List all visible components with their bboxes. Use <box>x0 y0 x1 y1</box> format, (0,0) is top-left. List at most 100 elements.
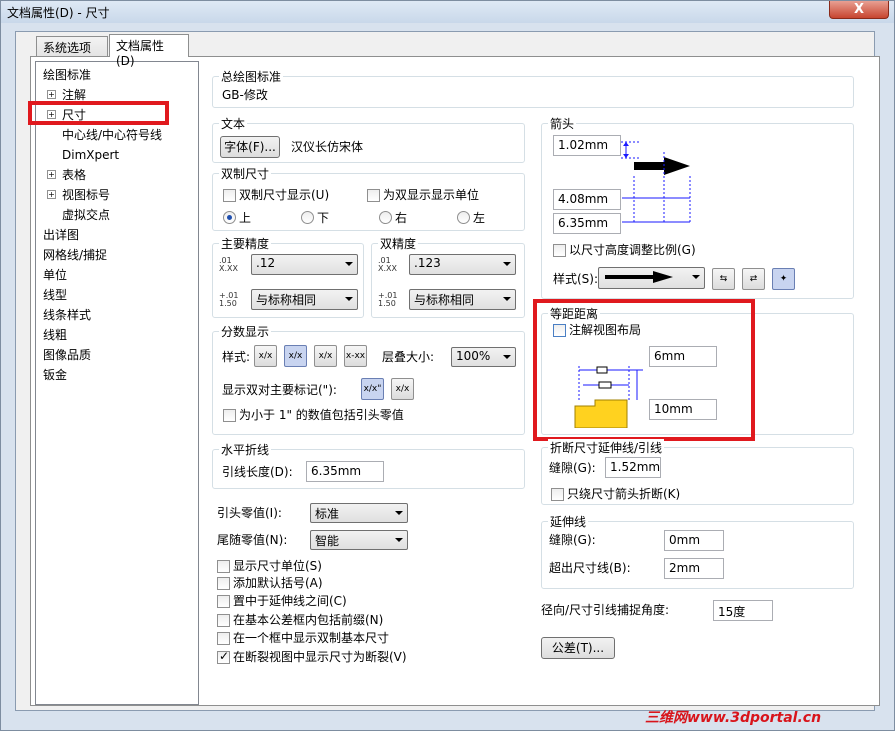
group-extension-title: 延伸线 <box>548 513 589 530</box>
fraction-diagonal-icon[interactable]: x/x <box>314 345 337 367</box>
group-primary-precision-title: 主要精度 <box>219 235 272 252</box>
precision-tolerance-icon: +.01 1.50 <box>219 291 239 308</box>
tree-item-line-font[interactable]: 线型 <box>43 287 67 303</box>
lead-zero-checkbox[interactable] <box>223 409 236 422</box>
arrow-outside-icon[interactable]: ⇄ <box>742 268 765 290</box>
arrow-style-select[interactable] <box>598 267 705 289</box>
tree-item-view-labels[interactable]: 视图标号 <box>62 187 110 203</box>
stack-size-value: 100% <box>456 349 491 363</box>
stack-size-label: 层叠大小: <box>382 350 435 364</box>
dual-display-checkbox[interactable] <box>223 189 236 202</box>
leader-length-input[interactable]: 6.35mm <box>306 461 384 482</box>
tree-item-line-thickness[interactable]: 线粗 <box>43 327 67 343</box>
include-prefix-checkbox[interactable] <box>217 614 230 627</box>
primary-tolerance-precision-value: 与标称相同 <box>256 293 317 307</box>
leading-zero-select[interactable]: 标准 <box>310 503 408 523</box>
dual-units-checkbox[interactable] <box>367 189 380 202</box>
arrow-height-input[interactable]: 1.02mm <box>553 135 621 156</box>
radio-top[interactable] <box>223 211 236 224</box>
break-gap-label: 缝隙(G): <box>549 461 596 475</box>
font-name: 汉仪长仿宋体 <box>291 140 364 154</box>
arrow-width-input[interactable]: 4.08mm <box>553 189 621 210</box>
expand-icon[interactable]: + <box>47 190 56 199</box>
leading-zero-label: 引头零值(I): <box>217 506 282 520</box>
precision-value-icon: .01 X.XX <box>219 256 238 273</box>
center-between-checkbox[interactable] <box>217 595 230 608</box>
arrow-smart-icon[interactable]: ✦ <box>772 268 795 290</box>
stack-size-select[interactable]: 100% <box>451 347 516 367</box>
group-standard <box>212 76 854 108</box>
tree-item-drafting-standard[interactable]: 绘图标准 <box>43 67 91 83</box>
radio-left[interactable] <box>457 211 470 224</box>
group-horizontal-title: 水平折线 <box>219 441 272 458</box>
fraction-none-icon[interactable]: x/x <box>254 345 277 367</box>
watermark: 三维网www.3dportal.cn <box>645 710 822 726</box>
scale-arrow-label: 以尺寸高度调整比例(G) <box>569 243 696 257</box>
close-button[interactable]: X <box>829 1 889 19</box>
beyond-dimension-input[interactable]: 2mm <box>664 558 724 579</box>
dual-precision-select[interactable]: .123 <box>409 254 516 275</box>
trailing-zero-select[interactable]: 智能 <box>310 530 408 550</box>
expand-icon[interactable]: + <box>47 90 56 99</box>
tab-system-options[interactable]: 系统选项(S) <box>36 36 108 70</box>
radio-bottom[interactable] <box>301 211 314 224</box>
single-box-checkbox[interactable] <box>217 632 230 645</box>
radio-right-label: 右 <box>395 211 408 225</box>
precision-tolerance-icon: +.01 1.50 <box>378 291 398 308</box>
snap-angle-label: 径向/尺寸引线捕捉角度: <box>541 603 670 617</box>
tree-item-centerlines[interactable]: 中心线/中心符号线 <box>62 127 162 143</box>
tree-item-line-style[interactable]: 线条样式 <box>43 307 91 323</box>
title-bar[interactable]: 文档属性(D) - 尺寸 X <box>1 1 894 23</box>
dual-marks-off-icon[interactable]: x/x <box>391 378 414 400</box>
tree-item-virtual-sharps[interactable]: 虚拟交点 <box>62 207 110 223</box>
tree-item-sheet-metal[interactable]: 钣金 <box>43 367 67 383</box>
tree-item-detailing[interactable]: 出详图 <box>43 227 79 243</box>
dual-tolerance-precision-select[interactable]: 与标称相同 <box>409 289 516 310</box>
arrow-diagram-icon <box>621 141 691 224</box>
font-button[interactable]: 字体(F)... <box>220 136 280 158</box>
fraction-decimal-icon[interactable]: x-xx <box>344 345 367 367</box>
trailing-zero-label: 尾随零值(N): <box>217 533 288 547</box>
tab-document-properties[interactable]: 文档属性(D) <box>109 34 189 68</box>
arrow-length-input[interactable]: 6.35mm <box>553 213 621 234</box>
leader-length-label: 引线长度(D): <box>222 465 293 479</box>
tree-item-tables[interactable]: 表格 <box>62 167 86 183</box>
dual-tolerance-precision-value: 与标称相同 <box>414 293 475 307</box>
break-arrow-only-checkbox[interactable] <box>551 488 564 501</box>
broken-view-label: 在断裂视图中显示尺寸为断裂(V) <box>233 650 407 664</box>
group-dual-precision-title: 双精度 <box>378 235 419 252</box>
tree-item-dimxpert[interactable]: DimXpert <box>62 147 119 163</box>
group-arrows-title: 箭头 <box>548 115 577 132</box>
tolerance-button[interactable]: 公差(T)... <box>541 637 615 659</box>
snap-angle-input[interactable]: 15度 <box>713 600 773 621</box>
broken-view-checkbox[interactable] <box>217 649 230 664</box>
break-gap-input[interactable]: 1.52mm <box>605 457 661 478</box>
dual-units-label: 为双显示显示单位 <box>383 188 480 202</box>
tree-item-image-quality[interactable]: 图像品质 <box>43 347 91 363</box>
standard-value: GB-修改 <box>222 88 268 102</box>
expand-icon[interactable]: + <box>47 170 56 179</box>
highlight-box-dimensions <box>28 101 169 125</box>
extension-gap-input[interactable]: 0mm <box>664 530 724 551</box>
radio-right[interactable] <box>379 211 392 224</box>
fraction-stacked-icon[interactable]: x/x <box>284 345 307 367</box>
default-parentheses-checkbox[interactable] <box>217 577 230 590</box>
highlight-box-offset <box>533 299 755 441</box>
primary-tolerance-precision-select[interactable]: 与标称相同 <box>251 289 358 310</box>
precision-value-icon: .01 X.XX <box>378 256 397 273</box>
arrow-style-label: 样式(S): <box>553 272 599 286</box>
tree-item-units[interactable]: 单位 <box>43 267 67 283</box>
leading-zero-value: 标准 <box>315 507 340 521</box>
scale-arrow-checkbox[interactable] <box>553 244 566 257</box>
dual-marks-on-icon[interactable]: x/x" <box>361 378 384 400</box>
arrow-style-icon <box>605 271 673 283</box>
arrow-inside-icon[interactable]: ⇆ <box>712 268 735 290</box>
include-prefix-label: 在基本公差框内包括前缀(N) <box>233 613 384 627</box>
primary-precision-select[interactable]: .12 <box>251 254 358 275</box>
group-break-title: 折断尺寸延伸线/引线 <box>548 439 665 456</box>
show-units-label: 显示尺寸单位(S) <box>233 559 322 573</box>
tree-item-grid-snap[interactable]: 网格线/捕捉 <box>43 247 107 263</box>
show-units-checkbox[interactable] <box>217 560 230 573</box>
dual-marks-label: 显示双对主要标记("): <box>222 383 337 397</box>
group-standard-title: 总绘图标准 <box>219 68 284 85</box>
